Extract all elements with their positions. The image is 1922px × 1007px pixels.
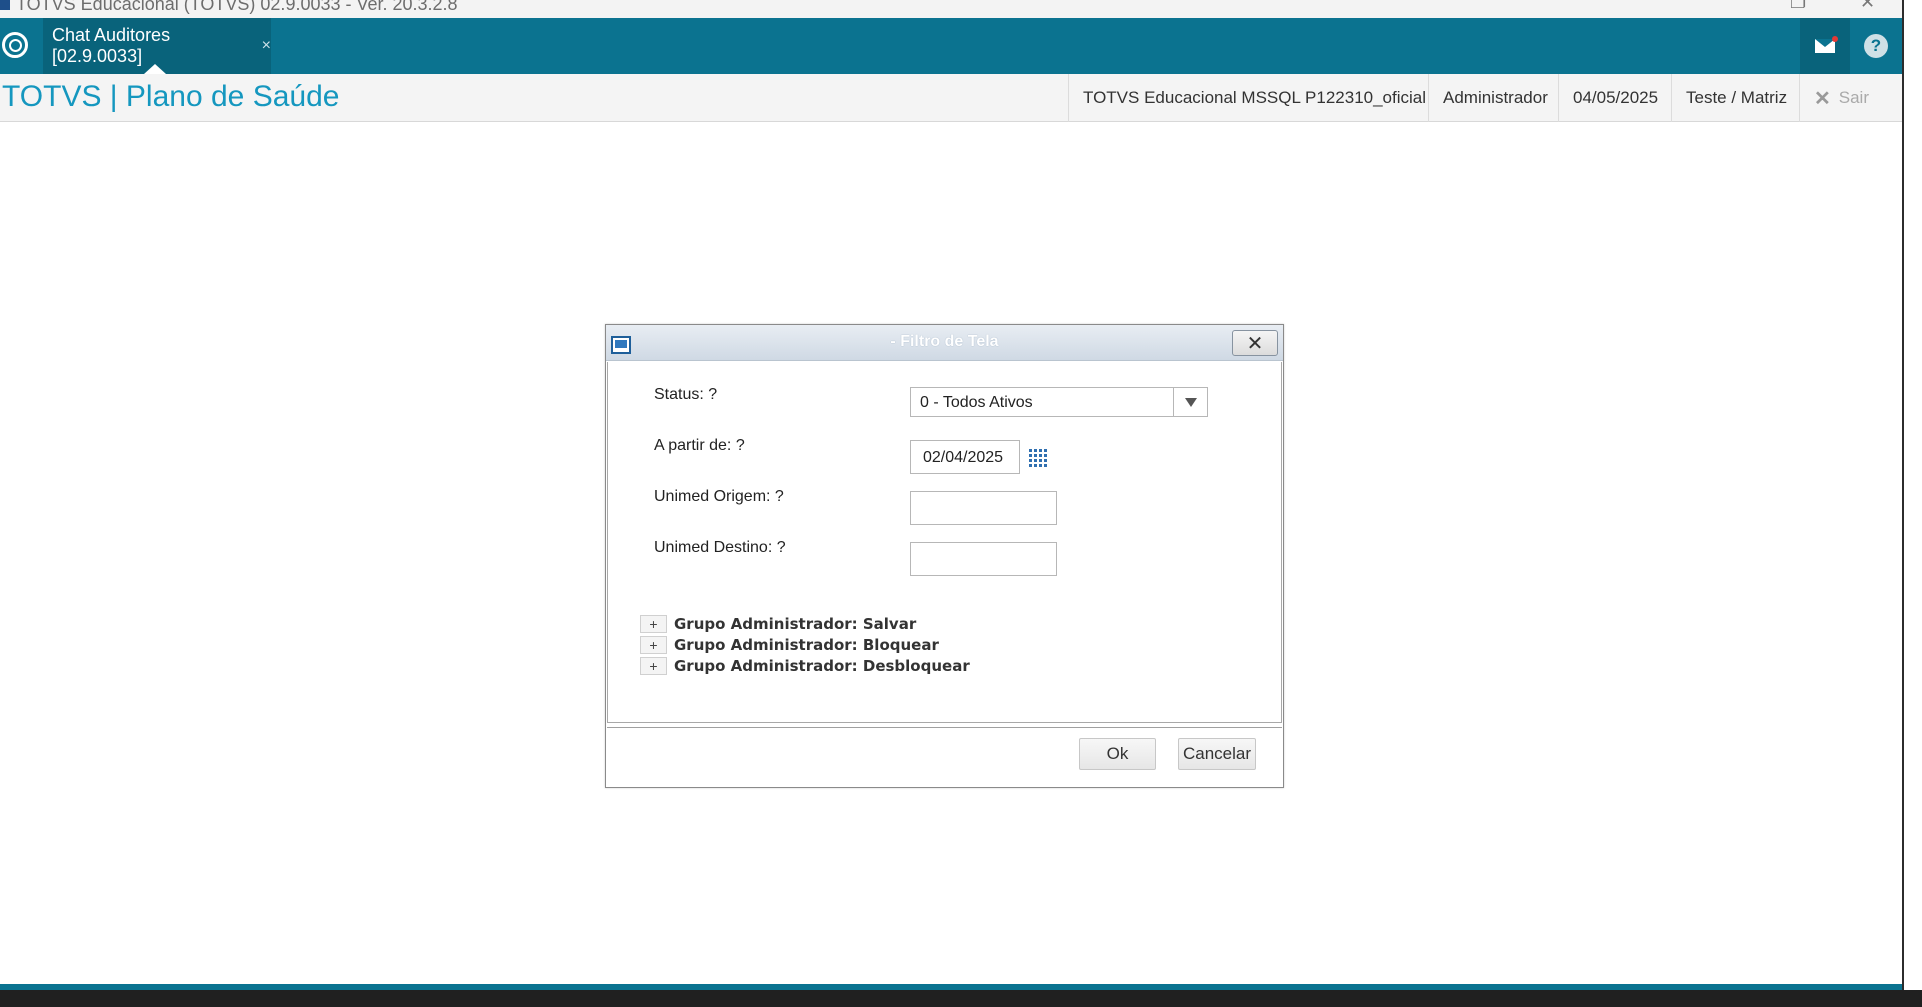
chevron-down-icon[interactable] [1173,388,1207,416]
close-window-icon[interactable]: ✕ [1860,0,1875,13]
cancel-button[interactable]: Cancelar [1178,738,1256,770]
app-icon [0,0,10,10]
unimed-origem-label: Unimed Origem: ? [654,488,784,505]
os-window-title: TOTVS Educacional (TOTVS) 02.9.0033 - Ve… [16,0,458,14]
tab-close-icon[interactable]: × [262,37,271,55]
group-label: Grupo Administrador: Bloquear [674,636,939,654]
page-title: TOTVS | Plano de Saúde [2,80,340,113]
header: TOTVS | Plano de Saúde TOTVS Educacional… [0,74,1902,122]
dialog-titlebar[interactable]: - Filtro de Tela ✕ [606,325,1283,361]
group-item[interactable]: + Grupo Administrador: Salvar [640,614,916,634]
unimed-destino-input[interactable] [910,542,1057,576]
from-date-label: A partir de: ? [654,437,745,454]
unimed-origem-input[interactable] [910,491,1057,525]
filter-dialog: - Filtro de Tela ✕ Status: ? 0 - Todos A… [605,324,1284,788]
date-info[interactable]: 04/05/2025 [1558,74,1672,122]
database-info[interactable]: TOTVS Educacional MSSQL P122310_oficial [1068,74,1440,122]
expand-icon[interactable]: + [640,636,667,654]
mail-button[interactable] [1800,18,1850,74]
restore-icon[interactable]: ❐ [1790,0,1806,13]
totvs-logo-icon[interactable] [2,32,28,58]
os-titlebar: TOTVS Educacional (TOTVS) 02.9.0033 - Ve… [0,0,1922,18]
user-info[interactable]: Administrador [1428,74,1562,122]
unimed-destino-label: Unimed Destino: ? [654,539,786,556]
exit-icon: ✕ [1814,87,1831,110]
dialog-title: - Filtro de Tela [890,333,999,350]
group-label: Grupo Administrador: Salvar [674,615,917,633]
exit-label: Sair [1838,88,1869,107]
status-value: 0 - Todos Ativos [920,394,1033,411]
dialog-close-button[interactable]: ✕ [1232,330,1278,356]
exit-button[interactable]: ✕ Sair [1799,74,1883,122]
group-item[interactable]: + Grupo Administrador: Desbloquear [640,656,970,676]
expand-icon[interactable]: + [640,615,667,633]
tabbar: Chat Auditores [02.9.0033] × ? [0,18,1902,74]
dialog-body: Status: ? 0 - Todos Ativos A partir de: … [607,362,1282,723]
group-label: Grupo Administrador: Desbloquear [674,657,970,675]
window-edge [1902,0,1922,1007]
taskbar [0,990,1922,1007]
status-select[interactable]: 0 - Todos Ativos [910,387,1208,417]
status-label: Status: ? [654,386,718,403]
branch-info[interactable]: Teste / Matriz [1671,74,1801,122]
from-date-input[interactable]: 02/04/2025 [910,440,1020,474]
mail-icon [1815,36,1838,53]
ok-button[interactable]: Ok [1079,738,1156,770]
tab-label: Chat Auditores [02.9.0033] [52,25,171,66]
group-item[interactable]: + Grupo Administrador: Bloquear [640,635,939,655]
calendar-icon[interactable] [1029,449,1051,467]
help-icon[interactable]: ? [1864,34,1888,58]
dialog-footer: Ok Cancelar [607,727,1282,785]
tab-active-indicator [144,64,166,74]
close-icon: ✕ [1246,332,1264,355]
expand-icon[interactable]: + [640,657,667,675]
tab-chat-auditores[interactable]: Chat Auditores [02.9.0033] × [43,18,271,74]
